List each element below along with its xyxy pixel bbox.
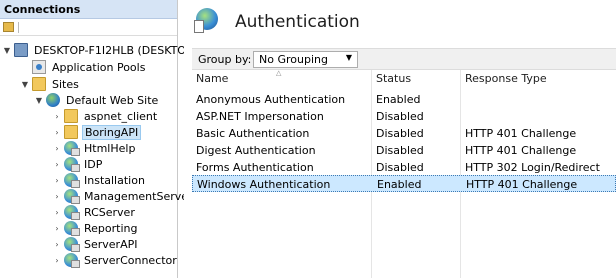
cell-name: Digest Authentication [196, 144, 316, 157]
chevron-right-icon[interactable]: › [52, 240, 62, 249]
table-row[interactable]: ASP.NET Impersonation Disabled [192, 108, 616, 125]
folder-icon [64, 109, 78, 123]
tree-node-idp[interactable]: › IDP [52, 156, 104, 172]
cell-status: Enabled [376, 93, 421, 106]
tree-node-label: BoringAPI [82, 124, 142, 140]
tree-node-label: Reporting [84, 221, 138, 235]
chevron-right-icon[interactable]: › [52, 176, 62, 185]
chevron-right-icon[interactable]: › [52, 112, 62, 121]
web-app-icon [64, 221, 80, 236]
group-by-select[interactable]: No Grouping ▼ [253, 51, 358, 68]
tree-node-serverapi[interactable]: › ServerAPI [52, 236, 139, 252]
chevron-right-icon[interactable]: › [52, 160, 62, 169]
tree-node-label: IDP [84, 157, 103, 171]
tree-node-rcserver[interactable]: › RCServer [52, 204, 137, 220]
chevron-down-icon[interactable]: ▼ [20, 80, 30, 89]
feature-title-row: Authentication [184, 0, 616, 44]
tree-node-label: Default Web Site [66, 93, 159, 107]
tree-node-sites[interactable]: ▼ Sites [20, 76, 81, 92]
tree-node-label: Sites [52, 77, 79, 91]
chevron-right-icon[interactable]: › [52, 256, 62, 265]
cell-status: Disabled [376, 110, 424, 123]
folder-icon [64, 125, 78, 139]
cell-name: Basic Authentication [196, 127, 310, 140]
chevron-right-icon[interactable]: › [52, 144, 62, 153]
web-app-icon [64, 253, 80, 268]
tree-node-serverconnector[interactable]: › ServerConnector [52, 252, 179, 268]
tree-node-installation[interactable]: › Installation [52, 172, 147, 188]
chevron-right-icon[interactable]: › [52, 224, 62, 233]
cell-name: Windows Authentication [197, 178, 331, 191]
connections-toolbar [0, 19, 177, 36]
cell-status: Disabled [376, 127, 424, 140]
web-app-icon [64, 173, 80, 188]
authentication-list: Name △ Status Response Type Anonymous Au… [192, 69, 616, 278]
table-row[interactable]: Digest Authentication Disabled HTTP 401 … [192, 142, 616, 159]
tree-node-default-web-site[interactable]: ▼ Default Web Site [34, 92, 160, 108]
cell-name: Anonymous Authentication [196, 93, 346, 106]
tree-node-label: aspnet_client [84, 109, 158, 123]
chevron-right-icon[interactable]: › [52, 192, 62, 201]
group-by-value: No Grouping [259, 53, 328, 66]
table-row[interactable]: Basic Authentication Disabled HTTP 401 C… [192, 125, 616, 142]
cell-status: Disabled [376, 144, 424, 157]
page-title: Authentication [235, 12, 360, 32]
connections-pane: Connections ▼ DESKTOP-F1I2HLB (DESKTOP- … [0, 0, 196, 278]
table-row-selected[interactable]: Windows Authentication Enabled HTTP 401 … [192, 175, 616, 192]
table-row[interactable]: Forms Authentication Disabled HTTP 302 L… [192, 159, 616, 176]
group-by-bar: Group by: No Grouping ▼ [192, 48, 616, 70]
dropdown-arrow-icon: ▼ [345, 53, 352, 62]
tree-node-label: HtmlHelp [84, 141, 136, 155]
cell-response-type: HTTP 401 Challenge [466, 178, 578, 191]
tree-node-aspnet-client[interactable]: › aspnet_client [52, 108, 159, 124]
feature-pane: Authentication Group by: No Grouping ▼ N… [184, 0, 616, 278]
tree-node-htmlhelp[interactable]: › HtmlHelp [52, 140, 137, 156]
folder-icon [32, 77, 46, 91]
chevron-right-icon[interactable]: › [52, 208, 62, 217]
cell-response-type: HTTP 302 Login/Redirect [465, 161, 600, 174]
tree-node-label: ServerConnector [84, 253, 177, 267]
cell-status: Enabled [377, 178, 422, 191]
cell-name: Forms Authentication [196, 161, 314, 174]
chevron-down-icon[interactable]: ▼ [2, 46, 12, 55]
web-app-icon [64, 237, 80, 252]
cell-name: ASP.NET Impersonation [196, 110, 324, 123]
connections-header: Connections [0, 0, 177, 19]
authentication-icon [194, 8, 220, 34]
tree-node-server[interactable]: ▼ DESKTOP-F1I2HLB (DESKTOP- [2, 42, 198, 58]
group-by-label: Group by: [198, 53, 252, 66]
web-app-icon [64, 189, 80, 204]
tree-node-application-pools[interactable]: Application Pools [20, 59, 147, 75]
tree-node-boringapi[interactable]: › BoringAPI [52, 124, 142, 140]
tree-node-reporting[interactable]: › Reporting [52, 220, 139, 236]
column-header-label: Name [196, 72, 229, 85]
table-row[interactable]: Anonymous Authentication Enabled [192, 91, 616, 108]
web-app-icon [64, 205, 80, 220]
column-header-status[interactable]: Status [372, 70, 461, 88]
tree-node-label: Installation [84, 173, 145, 187]
column-header-response-type[interactable]: Response Type [461, 70, 616, 88]
sort-ascending-icon: △ [276, 69, 282, 77]
folder-icon[interactable] [3, 22, 14, 32]
tree-node-managementserver[interactable]: › ManagementServe [52, 188, 190, 204]
tree-node-label: ServerAPI [84, 237, 138, 251]
cell-response-type: HTTP 401 Challenge [465, 144, 577, 157]
server-icon [14, 43, 28, 57]
tree-node-label: RCServer [84, 205, 135, 219]
tree-node-label: DESKTOP-F1I2HLB (DESKTOP- [34, 43, 197, 57]
cell-status: Disabled [376, 161, 424, 174]
globe-icon [46, 93, 60, 107]
tree-node-label: Application Pools [52, 60, 146, 74]
chevron-down-icon[interactable]: ▼ [34, 96, 44, 105]
chevron-right-icon[interactable]: › [52, 128, 62, 137]
cell-response-type: HTTP 401 Challenge [465, 127, 577, 140]
tree-node-label: ManagementServe [84, 189, 189, 203]
toolbar-divider [18, 22, 19, 33]
app-pool-icon [32, 60, 46, 74]
column-header-name[interactable]: Name △ [192, 69, 372, 88]
web-app-icon [64, 157, 80, 172]
web-app-icon [64, 141, 80, 156]
